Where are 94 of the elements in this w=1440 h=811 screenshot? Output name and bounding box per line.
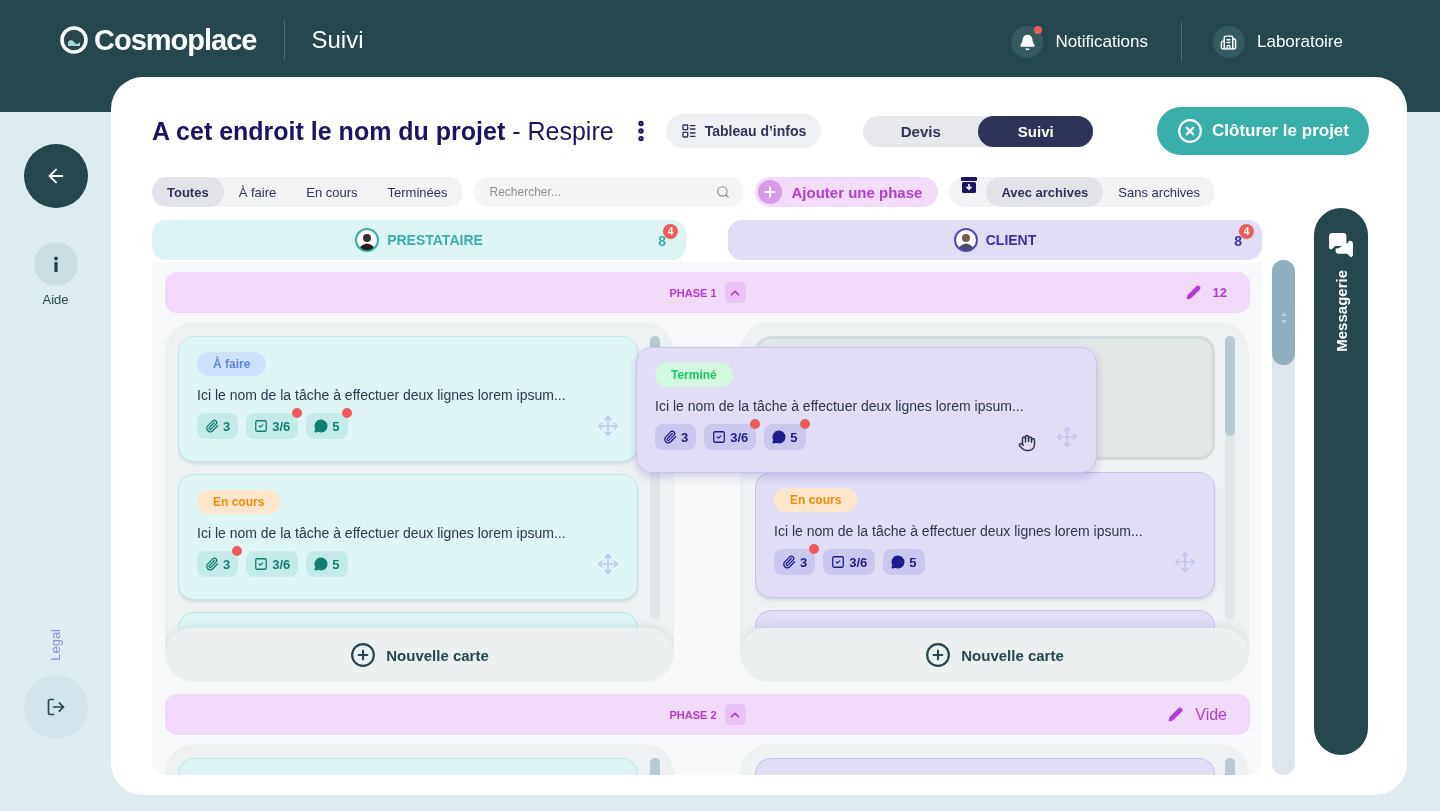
paperclip-icon (205, 419, 219, 433)
plus-icon (925, 642, 952, 668)
counter-chip[interactable]: 3/6 (704, 424, 757, 450)
phase-summary: Vide (1195, 705, 1227, 724)
phase-title: PHASE 2 (669, 708, 717, 721)
help-button[interactable] (33, 242, 78, 286)
plus-icon (350, 642, 377, 668)
task-title: Ici le nom de la tâche à effectuer deux lignes lorem ipsum... (197, 525, 567, 541)
move-icon[interactable] (597, 415, 619, 437)
info-icon (52, 256, 59, 272)
column-title: PRESTATAIRE (387, 232, 483, 248)
counter-chip[interactable]: 3 (197, 551, 239, 577)
info-board-button[interactable]: Tableau d’infos (665, 114, 822, 148)
collapse-button[interactable] (724, 704, 746, 725)
checkbox-icon (712, 430, 727, 444)
task-title: Ici le nom de la tâche à effectuer deux lignes lorem ipsum... (774, 523, 1144, 539)
plus-icon (761, 184, 778, 200)
project-title: A cet endroit le nom du projet - Respire (152, 116, 614, 146)
pencil-icon[interactable] (1185, 285, 1201, 300)
new-card-button[interactable]: Nouvelle carte (165, 628, 674, 682)
add-phase-button[interactable]: Ajouter une phase (754, 177, 939, 207)
status-filter-tab[interactable]: Terminées (372, 177, 463, 207)
collapse-button[interactable] (724, 282, 746, 303)
search-icon (715, 185, 730, 199)
status-tag: À faire (197, 352, 267, 376)
checkbox-icon (254, 419, 269, 433)
scrollbar[interactable] (1225, 336, 1235, 620)
pencil-icon[interactable] (1168, 707, 1184, 722)
counter-chip[interactable]: 5 (883, 549, 925, 575)
scroll-arrows-icon (1279, 311, 1288, 325)
task-title: Ici le nom de la tâche à effectuer deux lignes lorem ipsum... (655, 398, 1025, 414)
help-label: Aide (42, 292, 69, 307)
column-count: 8 (658, 233, 666, 249)
avatar (953, 228, 978, 252)
column-title: CLIENT (985, 232, 1037, 248)
task-card[interactable]: À faire Ici le nom de la tâche à effectuer deux lignes lorem ipsum... 3 3/6 5 (178, 336, 638, 462)
paperclip-icon (782, 555, 796, 569)
counter-chip[interactable]: 3/6 (823, 549, 876, 575)
task-card[interactable]: En cours Ici le nom de la tâche à effectuer deux lignes lorem ipsum... 3 3/6 5 (178, 474, 638, 600)
avatar (355, 228, 380, 252)
speech-bubble-icon (891, 555, 906, 569)
new-card-button[interactable]: Nouvelle carte (740, 628, 1249, 682)
paperclip-icon (205, 557, 219, 571)
notifications-button[interactable]: Notifications (1011, 20, 1148, 64)
building-icon (1220, 33, 1238, 51)
paperclip-icon (663, 430, 677, 444)
counter-chip[interactable]: 3 (655, 424, 697, 450)
counter-chip[interactable]: 3/6 (246, 413, 299, 439)
brand-name: Cosmoplace (94, 23, 257, 57)
logo-icon (60, 26, 88, 54)
messaging-button[interactable]: Messagerie (1314, 208, 1368, 755)
task-card[interactable] (755, 610, 1215, 628)
status-tag: Terminé (655, 363, 733, 387)
task-card[interactable] (178, 612, 638, 628)
phase-summary: 12 (1212, 285, 1227, 300)
status-filter-tab[interactable]: Toutes (152, 177, 224, 207)
task-title: Ici le nom de la tâche à effectuer deux lignes lorem ipsum... (197, 387, 567, 403)
archive-filter-tab[interactable]: Avec archives (986, 177, 1104, 207)
counter-chip[interactable]: 5 (306, 413, 348, 439)
account-button[interactable]: Laboratoire (1213, 20, 1343, 64)
counter-chip[interactable]: 5 (764, 424, 806, 450)
task-card[interactable]: Terminé Ici le nom de la tâche à effectuer deux lignes lorem ipsum... 3 3/6 5 (636, 347, 1097, 473)
list-icon (680, 123, 697, 139)
speech-bubble-icon (772, 430, 787, 444)
chat-bubbles-icon (1328, 232, 1354, 258)
checkbox-icon (831, 555, 846, 569)
mode-tab[interactable]: Devis (863, 115, 979, 147)
archive-filter-tab[interactable]: Sans archives (1103, 177, 1215, 207)
status-tag: En cours (197, 490, 281, 514)
scrollbar[interactable] (1272, 260, 1295, 775)
counter-chip[interactable]: 3/6 (246, 551, 299, 577)
move-icon[interactable] (597, 553, 619, 575)
move-icon[interactable] (1174, 551, 1196, 573)
archive-download-icon (961, 177, 978, 193)
speech-bubble-icon (314, 557, 329, 571)
search-field[interactable]: Rechercher... (473, 177, 744, 207)
logout-icon (45, 697, 66, 717)
counter-chip[interactable]: 3 (774, 549, 816, 575)
checkbox-icon (254, 557, 269, 571)
phase-title: PHASE 1 (669, 286, 717, 299)
close-icon (1177, 118, 1203, 144)
mode-tab[interactable]: Suivi (978, 115, 1094, 147)
counter-chip[interactable]: 5 (306, 551, 348, 577)
status-filter-tab[interactable]: À faire (223, 177, 292, 207)
speech-bubble-icon (314, 419, 329, 433)
move-icon[interactable] (1056, 426, 1078, 448)
task-card[interactable]: En cours Ici le nom de la tâche à effectuer deux lignes lorem ipsum... 3 3/6 5 (755, 472, 1215, 598)
column-count: 8 (1234, 233, 1242, 249)
bell-icon (1018, 33, 1036, 51)
status-tag: En cours (774, 488, 858, 512)
section-title: Suivi (311, 25, 364, 55)
counter-chip[interactable]: 3 (197, 413, 239, 439)
status-filter-tab[interactable]: En cours (291, 177, 373, 207)
hand-cursor-icon (1018, 434, 1036, 452)
